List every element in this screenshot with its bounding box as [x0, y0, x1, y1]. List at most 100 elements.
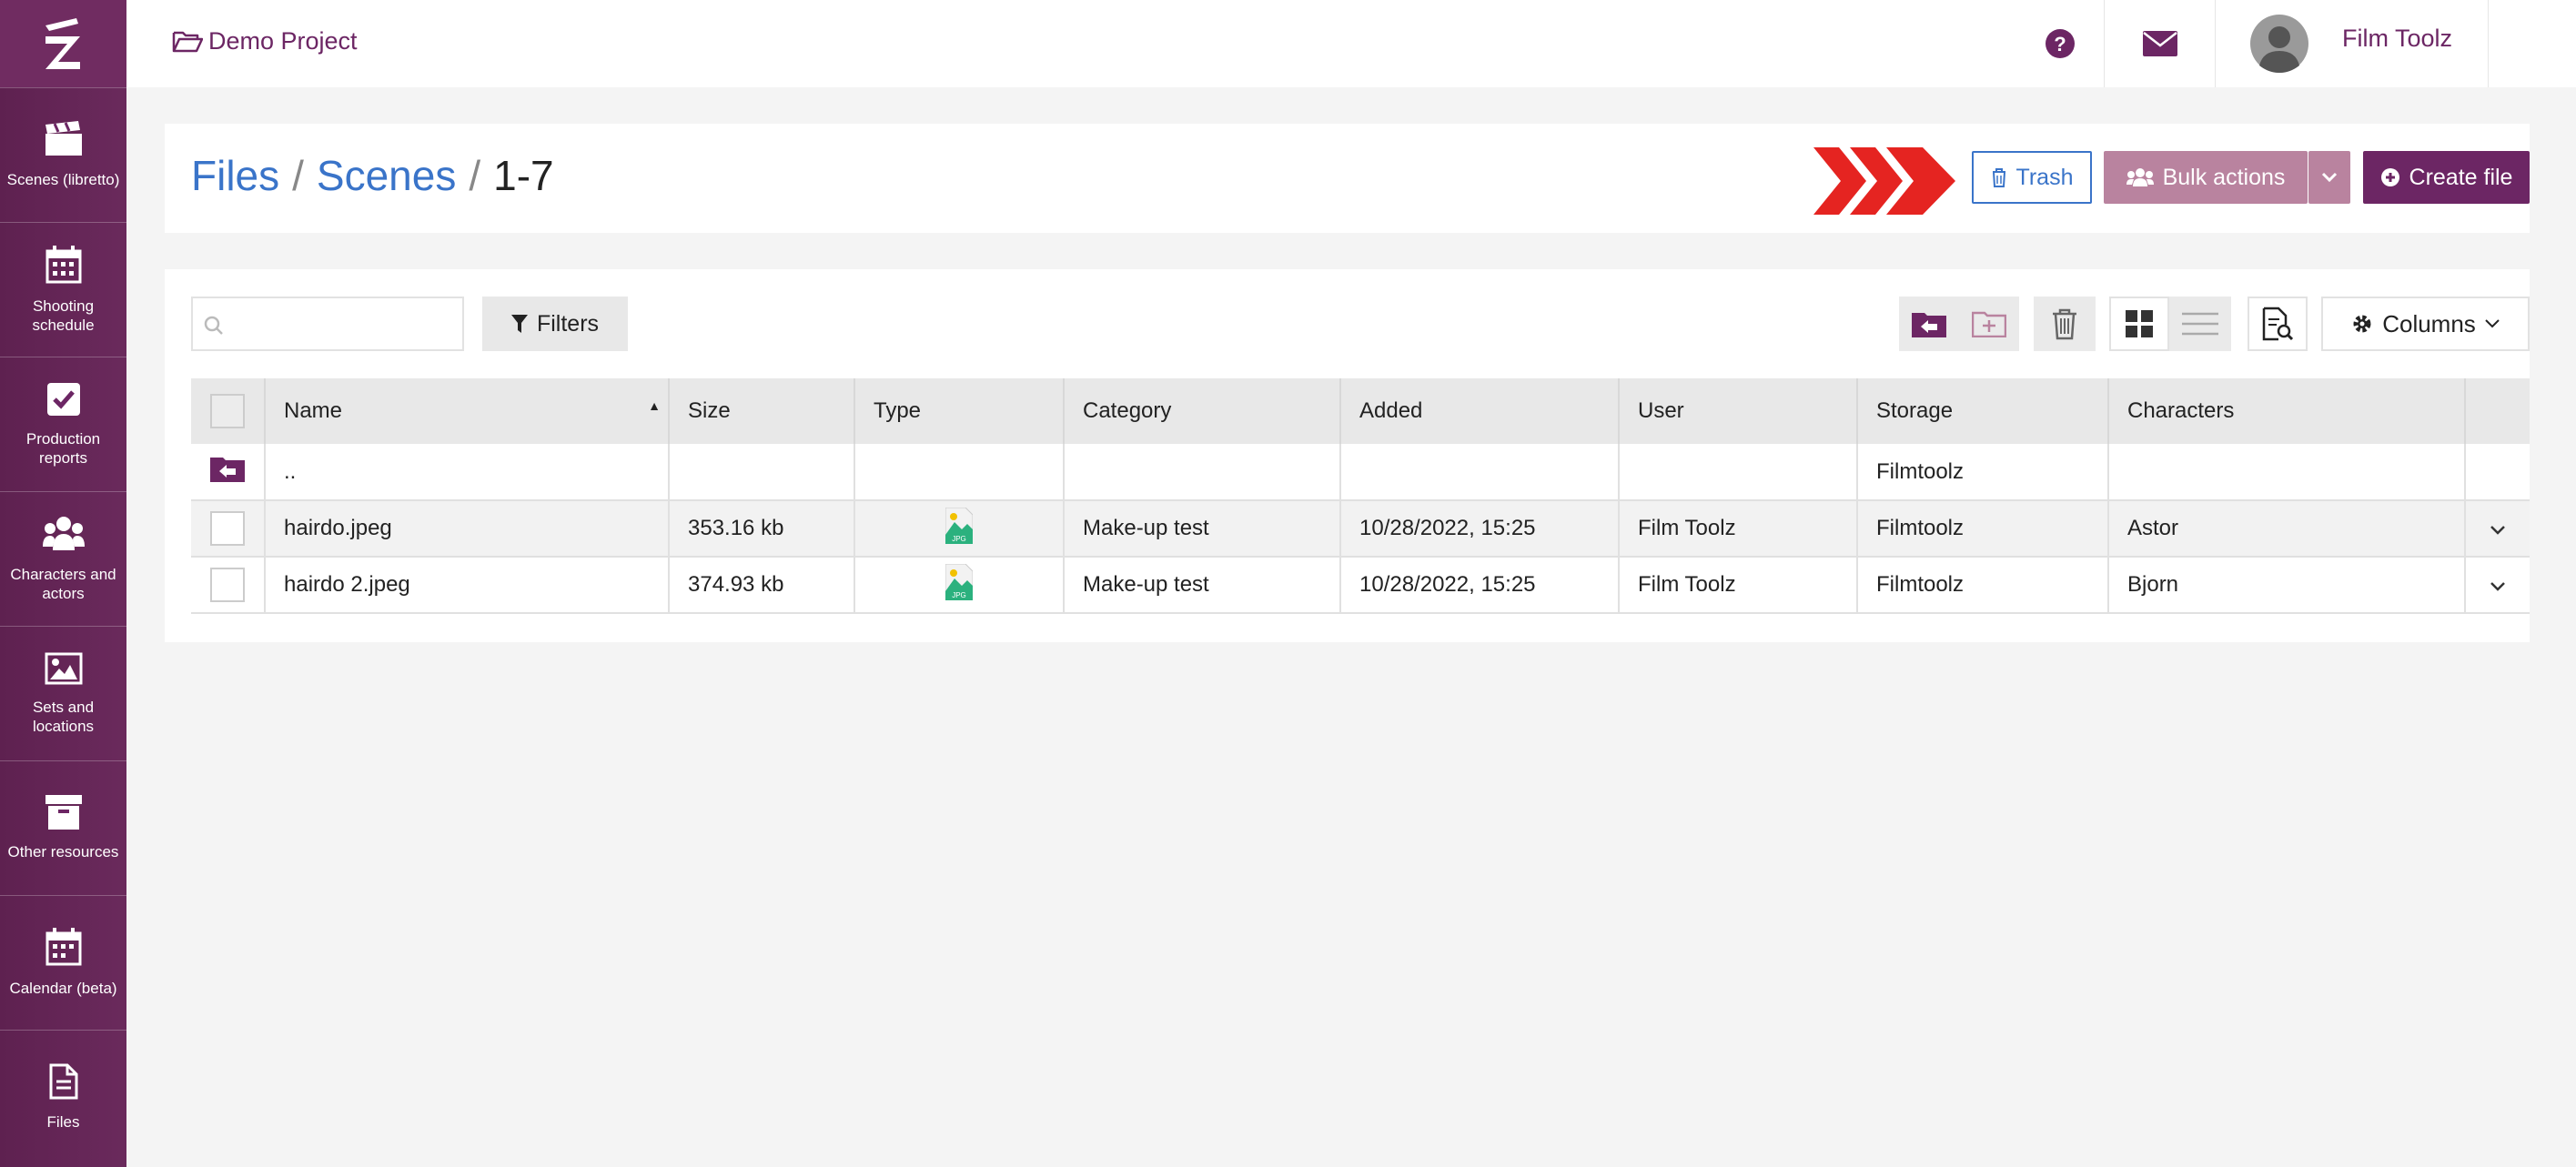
column-header-added[interactable]: Added: [1340, 378, 1620, 444]
parent-folder-row[interactable]: .. Filmtoolz: [191, 444, 2530, 501]
bulk-actions-dropdown[interactable]: [2308, 151, 2350, 204]
columns-label: Columns: [2382, 309, 2476, 337]
chevrons-arrow-icon: [1813, 147, 1955, 215]
new-folder-button[interactable]: [1959, 297, 2019, 351]
row-expand-button[interactable]: [2465, 500, 2530, 558]
file-name[interactable]: hairdo.jpeg: [265, 500, 670, 558]
grid-view-button[interactable]: [2109, 297, 2169, 351]
search-icon: [204, 316, 223, 335]
sidebar-item-other-resources[interactable]: Other resources: [0, 760, 126, 895]
jpg-file-icon: JPG: [945, 507, 974, 544]
file-icon: [49, 1063, 77, 1100]
trash-icon: [2053, 308, 2076, 340]
file-preview-button[interactable]: [2248, 297, 2308, 351]
breadcrumb-current: 1-7: [493, 152, 554, 199]
file-added: 10/28/2022, 15:25: [1340, 557, 1620, 614]
column-header-size[interactable]: Size: [669, 378, 855, 444]
sidebar-item-files[interactable]: Files: [0, 1030, 126, 1164]
bulk-actions-label: Bulk actions: [2162, 164, 2286, 190]
sidebar-item-label: Shooting schedule: [32, 297, 95, 334]
user-name[interactable]: Film Toolz: [2342, 25, 2452, 53]
parent-folder-cell[interactable]: [191, 444, 266, 501]
help-button[interactable]: ?: [2013, 0, 2107, 87]
files-table: Name ▲ Size Type Category Added User Stor…: [191, 378, 2530, 614]
sidebar-item-sets-locations[interactable]: Sets and locations: [0, 626, 126, 760]
create-file-button[interactable]: Create file: [2363, 151, 2530, 204]
app-logo[interactable]: [0, 0, 126, 87]
sidebar-item-scenes[interactable]: Scenes (libretto): [0, 87, 126, 222]
list-view-button[interactable]: [2169, 297, 2231, 351]
column-header-characters[interactable]: Characters: [2108, 378, 2466, 444]
grid-icon: [2126, 310, 2153, 337]
envelope-icon: [2142, 31, 2177, 56]
column-header-category[interactable]: Category: [1064, 378, 1341, 444]
row-checkbox[interactable]: [191, 500, 266, 558]
avatar[interactable]: [2250, 0, 2308, 87]
page-header: Files / Scenes / 1-7 Trash Bulk actions: [165, 124, 2530, 233]
sidebar-item-calendar[interactable]: Calendar (beta): [0, 895, 126, 1030]
sidebar-item-label: Other resources: [7, 843, 119, 860]
chevron-down-icon: [2321, 172, 2338, 183]
project-name: Demo Project: [208, 27, 358, 55]
trash-icon: [1992, 168, 2005, 187]
archive-icon: [45, 795, 82, 830]
gear-icon: [2353, 315, 2371, 333]
search-field[interactable]: [229, 306, 457, 342]
breadcrumb-separator: /: [469, 152, 481, 199]
table-row[interactable]: hairdo 2.jpeg 374.93 kb JPG Make-up test…: [191, 557, 2530, 614]
columns-button[interactable]: Columns: [2321, 297, 2530, 351]
list-icon: [2182, 312, 2218, 336]
column-header-user[interactable]: User: [1619, 378, 1858, 444]
sidebar-item-shooting-schedule[interactable]: Shooting schedule: [0, 222, 126, 357]
file-storage: Filmtoolz: [1857, 500, 2109, 558]
search-input[interactable]: [191, 297, 464, 351]
filter-icon: [510, 315, 528, 333]
divider: [2215, 0, 2216, 87]
filters-button[interactable]: Filters: [482, 297, 628, 351]
calendar-icon: [45, 928, 81, 966]
svg-text:?: ?: [2054, 33, 2066, 55]
messages-button[interactable]: [2105, 0, 2215, 87]
column-header-actions: [2465, 378, 2530, 444]
project-selector[interactable]: Demo Project: [172, 27, 358, 55]
top-bar: Demo Project ? Film Toolz EN: [126, 0, 2576, 87]
image-icon: [45, 652, 82, 684]
clapperboard-icon: [45, 121, 82, 156]
table-row[interactable]: hairdo.jpeg 353.16 kb JPG Make-up test 1…: [191, 500, 2530, 558]
chevron-down-icon: [2485, 319, 2500, 328]
file-name[interactable]: hairdo 2.jpeg: [265, 557, 670, 614]
breadcrumb-scenes[interactable]: Scenes: [317, 151, 456, 200]
file-name[interactable]: ..: [265, 444, 670, 501]
file-user: Film Toolz: [1619, 557, 1858, 614]
folder-up-button[interactable]: [1899, 297, 1959, 351]
logo-icon: [45, 18, 80, 69]
sidebar-item-characters[interactable]: Characters and actors: [0, 491, 126, 626]
file-category: Make-up test: [1064, 557, 1341, 614]
sidebar-item-label: Calendar (beta): [9, 980, 117, 997]
users-icon: [2126, 168, 2154, 186]
column-header-type[interactable]: Type: [854, 378, 1065, 444]
row-checkbox[interactable]: [191, 557, 266, 614]
file-user: Film Toolz: [1619, 500, 1858, 558]
file-storage: Filmtoolz: [1857, 444, 2109, 501]
svg-text:JPG: JPG: [952, 591, 966, 599]
table-header: Name ▲ Size Type Category Added User Stor…: [191, 378, 2530, 444]
trash-button[interactable]: Trash: [1972, 151, 2092, 204]
question-circle-icon: ?: [2046, 29, 2075, 58]
bulk-actions-button[interactable]: Bulk actions: [2104, 151, 2308, 204]
breadcrumb-separator: /: [292, 152, 304, 199]
user-avatar-icon: [2250, 15, 2308, 73]
delete-button[interactable]: [2034, 297, 2096, 351]
row-expand-button[interactable]: [2465, 557, 2530, 614]
column-header-storage[interactable]: Storage: [1857, 378, 2109, 444]
sidebar-item-label: Files: [46, 1113, 80, 1131]
breadcrumb-files[interactable]: Files: [191, 151, 279, 200]
breadcrumb: Files / Scenes / 1-7: [191, 151, 554, 200]
select-all-checkbox[interactable]: [191, 378, 266, 444]
column-header-name[interactable]: Name ▲: [265, 378, 670, 444]
sidebar-item-production-reports[interactable]: Production reports: [0, 357, 126, 491]
chevron-down-icon: [2490, 526, 2505, 535]
calendar-grid-icon: [45, 245, 81, 283]
folder-back-icon: [210, 458, 245, 482]
file-added: 10/28/2022, 15:25: [1340, 500, 1620, 558]
